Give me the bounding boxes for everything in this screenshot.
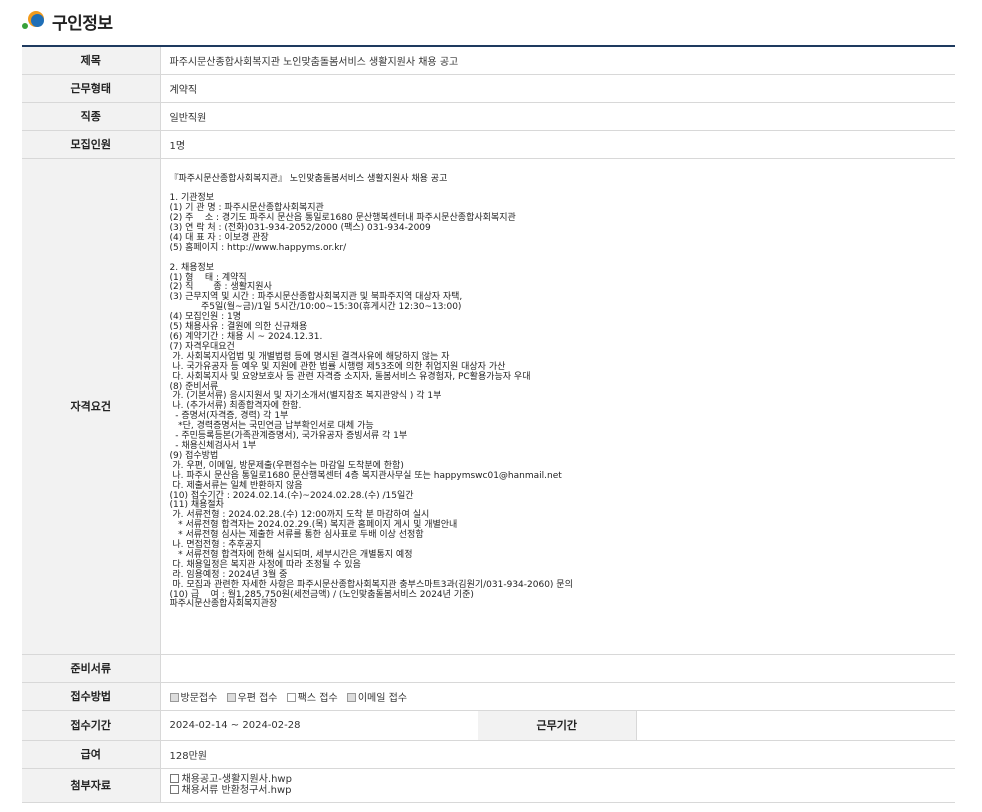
page-title: 구인정보: [52, 13, 113, 34]
salary-value: 128만원: [160, 740, 955, 769]
method-option-label: 팩스 접수: [297, 692, 338, 704]
attachments-label: 첨부자료: [22, 768, 161, 803]
method-option-label: 우편 접수: [237, 692, 278, 704]
checkbox-icon: [286, 692, 296, 702]
row-employment-type: 근무형태 계약직: [22, 74, 955, 103]
method-option-email[interactable]: 이메일 접수: [346, 692, 408, 704]
row-documents: 준비서류: [22, 654, 955, 683]
method-option-fax[interactable]: 팩스 접수: [286, 692, 338, 704]
file-icon: [169, 774, 179, 783]
page-header: 구인정보: [22, 6, 113, 36]
salary-label: 급여: [22, 740, 161, 769]
method-label: 접수방법: [22, 682, 161, 711]
subject-label: 제목: [22, 46, 161, 75]
checkbox-icon: [169, 692, 179, 702]
employment-type-label: 근무형태: [22, 74, 161, 103]
method-option-mail[interactable]: 우편 접수: [226, 692, 278, 704]
requirements-cell: 『파주시문산종합사회복지관』 노인맞춤돌봄서비스 생활지원사 채용 공고 1. …: [160, 158, 955, 655]
documents-label: 준비서류: [22, 654, 161, 683]
requirements-label: 자격요건: [22, 158, 161, 655]
job-type-label: 직종: [22, 102, 161, 131]
row-job-type: 직종 일반직원: [22, 102, 955, 131]
row-requirements: 자격요건 『파주시문산종합사회복지관』 노인맞춤돌봄서비스 생활지원사 채용 공…: [22, 158, 955, 655]
row-subject: 제목 파주시문산종합사회복지관 노인맞춤돌봄서비스 생활지원사 채용 공고: [22, 46, 955, 75]
documents-value: [160, 654, 955, 683]
period-label: 접수기간: [22, 710, 161, 741]
row-headcount: 모집인원 1명: [22, 130, 955, 159]
attachment-link[interactable]: 채용서류 반환청구서.hwp: [182, 785, 292, 796]
attachment-item[interactable]: 채용공고-생활지원사.hwp: [169, 774, 956, 785]
period-value: 2024-02-14 ~ 2024-02-28: [160, 710, 478, 741]
row-attachments: 첨부자료 채용공고-생활지원사.hwp 채용서류 반환청구서.hwp: [22, 768, 956, 803]
logo-icon: [22, 9, 46, 33]
method-option-visit[interactable]: 방문접수: [169, 692, 218, 704]
attachment-link[interactable]: 채용공고-생활지원사.hwp: [182, 774, 292, 785]
headcount-value: 1명: [160, 130, 955, 159]
method-options: 방문접수 우편 접수 팩스 접수 이메일 접수: [160, 682, 955, 711]
row-method: 접수방법 방문접수 우편 접수 팩스 접수 이메일 접수: [22, 682, 955, 711]
method-option-label: 이메일 접수: [357, 692, 408, 704]
headcount-label: 모집인원: [22, 130, 161, 159]
job-type-value: 일반직원: [160, 102, 955, 131]
checkbox-icon: [346, 692, 356, 702]
file-icon: [169, 785, 179, 794]
attachments-list: 채용공고-생활지원사.hwp 채용서류 반환청구서.hwp: [160, 768, 956, 803]
row-period: 접수기간 2024-02-14 ~ 2024-02-28 근무기간: [22, 710, 955, 741]
requirements-text: 『파주시문산종합사회복지관』 노인맞춤돌봄서비스 생활지원사 채용 공고 1. …: [169, 173, 573, 610]
subject-value: 파주시문산종합사회복지관 노인맞춤돌봄서비스 생활지원사 채용 공고: [160, 46, 955, 75]
employment-type-value: 계약직: [160, 74, 955, 103]
attachment-item[interactable]: 채용서류 반환청구서.hwp: [169, 785, 956, 796]
work-period-label: 근무기간: [478, 710, 637, 741]
method-option-label: 방문접수: [180, 692, 218, 704]
row-salary: 급여 128만원: [22, 740, 955, 769]
job-info-table: 제목 파주시문산종합사회복지관 노인맞춤돌봄서비스 생활지원사 채용 공고 근무…: [22, 45, 955, 803]
checkbox-icon: [226, 692, 236, 702]
work-period-value: [636, 710, 955, 741]
